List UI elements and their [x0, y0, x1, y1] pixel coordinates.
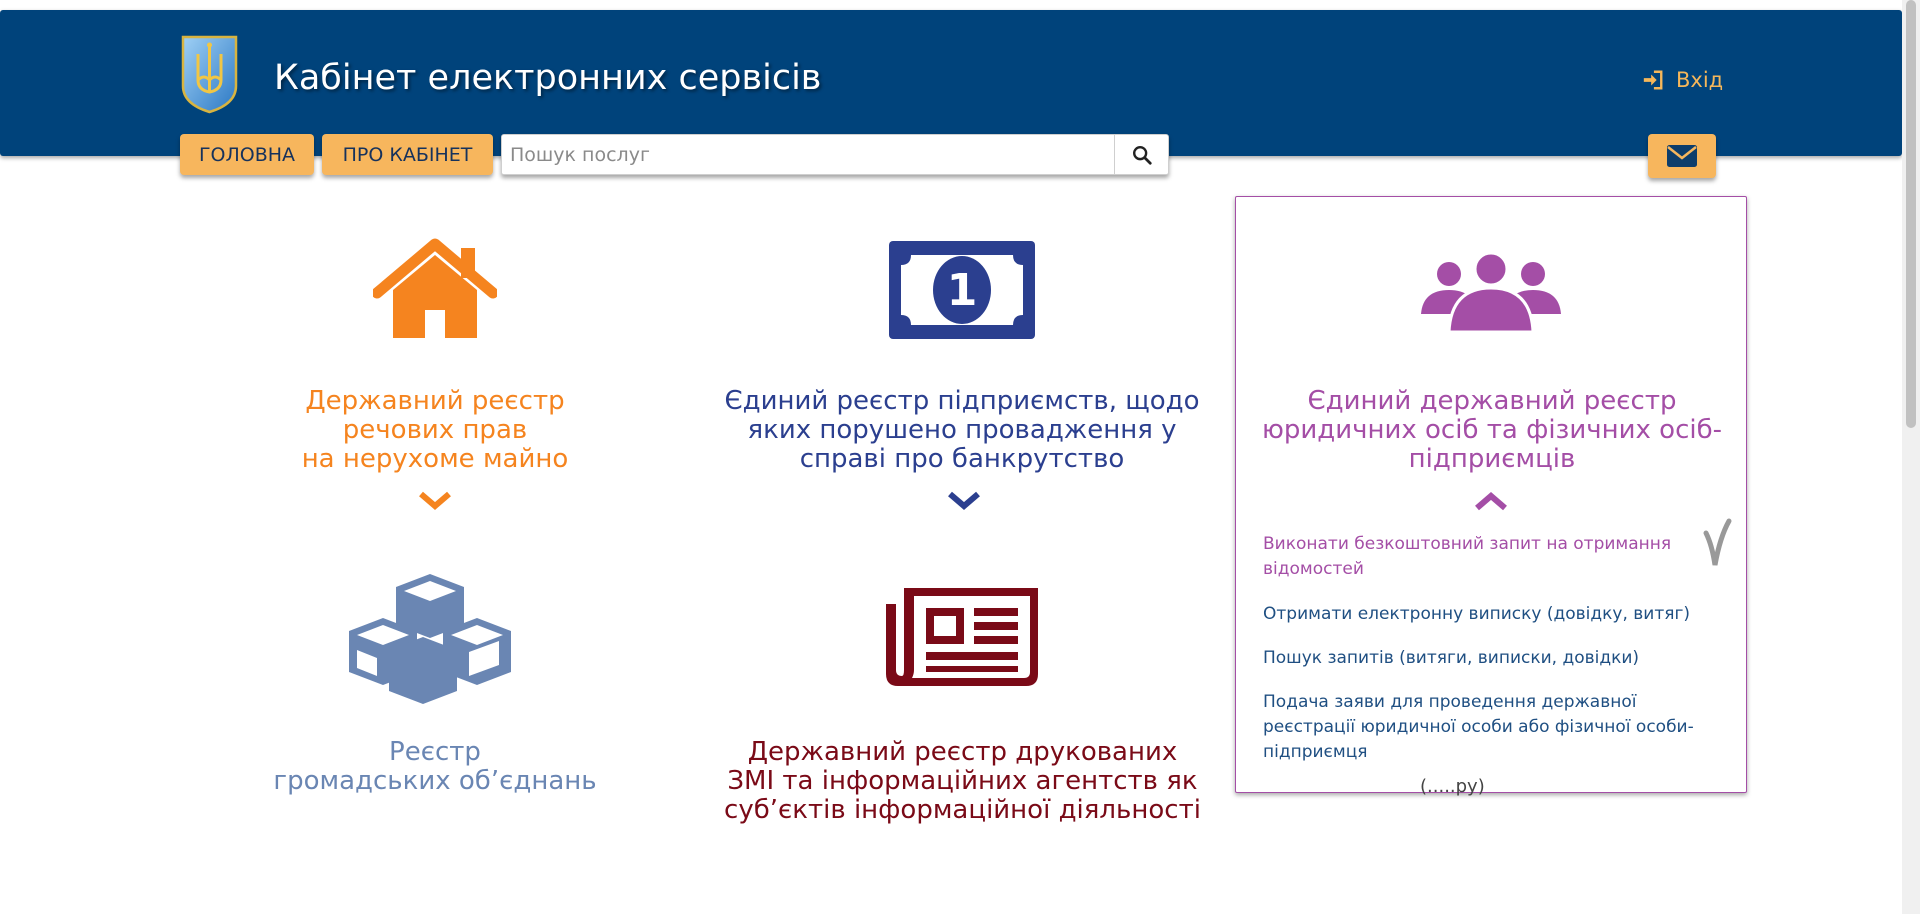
mail-button[interactable]	[1648, 134, 1716, 178]
link-search-requests[interactable]: Пошук запитів (витяги, виписки, довідки)	[1263, 646, 1713, 671]
sign-in-icon	[1643, 70, 1663, 90]
login-link[interactable]: Вхід	[1642, 66, 1723, 94]
newspaper-icon[interactable]	[884, 582, 1042, 690]
site-title: Кабінет електронних сервісів	[274, 58, 822, 98]
tile-title-legal-entities-registry[interactable]: Єдиний державний реєстр юридичних осіб т…	[1246, 387, 1738, 474]
tile-links-list: Виконати безкоштовний запит на отримання…	[1263, 532, 1713, 784]
link-free-info-request[interactable]: Виконати безкоштовний запит на отримання…	[1263, 532, 1713, 582]
search-icon	[1132, 145, 1152, 165]
page: Кабінет електронних сервісів Вхід ГОЛОВН…	[0, 0, 1920, 914]
users-group-icon[interactable]	[1421, 252, 1561, 332]
about-cabinet-button[interactable]: ПРО КАБІНЕТ	[322, 134, 493, 175]
search-box	[501, 134, 1169, 175]
link-submit-registration-application[interactable]: Подача заяви для проведення державної ре…	[1263, 690, 1713, 765]
chevron-down-icon[interactable]	[947, 491, 981, 511]
svg-text:1: 1	[947, 265, 978, 316]
partially-hidden-text: (.....ру)	[1420, 776, 1485, 796]
tile-title-print-media-registry[interactable]: Державний реєстр друкованих ЗМІ та інфор…	[700, 738, 1225, 825]
chevron-up-icon[interactable]	[1474, 491, 1508, 511]
chevron-down-icon[interactable]	[418, 491, 452, 511]
login-label: Вхід	[1676, 68, 1724, 92]
trident-coat-of-arms-icon[interactable]	[180, 34, 239, 114]
tile-title-public-associations-registry[interactable]: Реєстр громадських об’єднань	[240, 738, 630, 796]
home-button[interactable]: ГОЛОВНА	[180, 134, 314, 175]
search-button[interactable]	[1114, 135, 1168, 174]
link-get-electronic-extract[interactable]: Отримати електронну виписку (довідку, ви…	[1263, 602, 1713, 627]
page-scrollbar[interactable]	[1902, 0, 1920, 914]
scrollbar-thumb[interactable]	[1906, 0, 1916, 428]
envelope-icon	[1667, 145, 1697, 167]
tile-title-real-estate-rights-registry[interactable]: Державний реєстр речових прав на нерухом…	[240, 387, 630, 474]
cubes-icon[interactable]	[347, 572, 513, 710]
banknote-icon[interactable]: 1	[889, 241, 1035, 339]
search-input[interactable]	[502, 135, 1114, 174]
tile-title-bankruptcy-registry[interactable]: Єдиний реєстр підприємств, щодо яких пор…	[712, 387, 1212, 474]
tile-panel-legal-entities-registry: Єдиний державний реєстр юридичних осіб т…	[1235, 196, 1747, 793]
house-icon[interactable]	[373, 238, 497, 338]
